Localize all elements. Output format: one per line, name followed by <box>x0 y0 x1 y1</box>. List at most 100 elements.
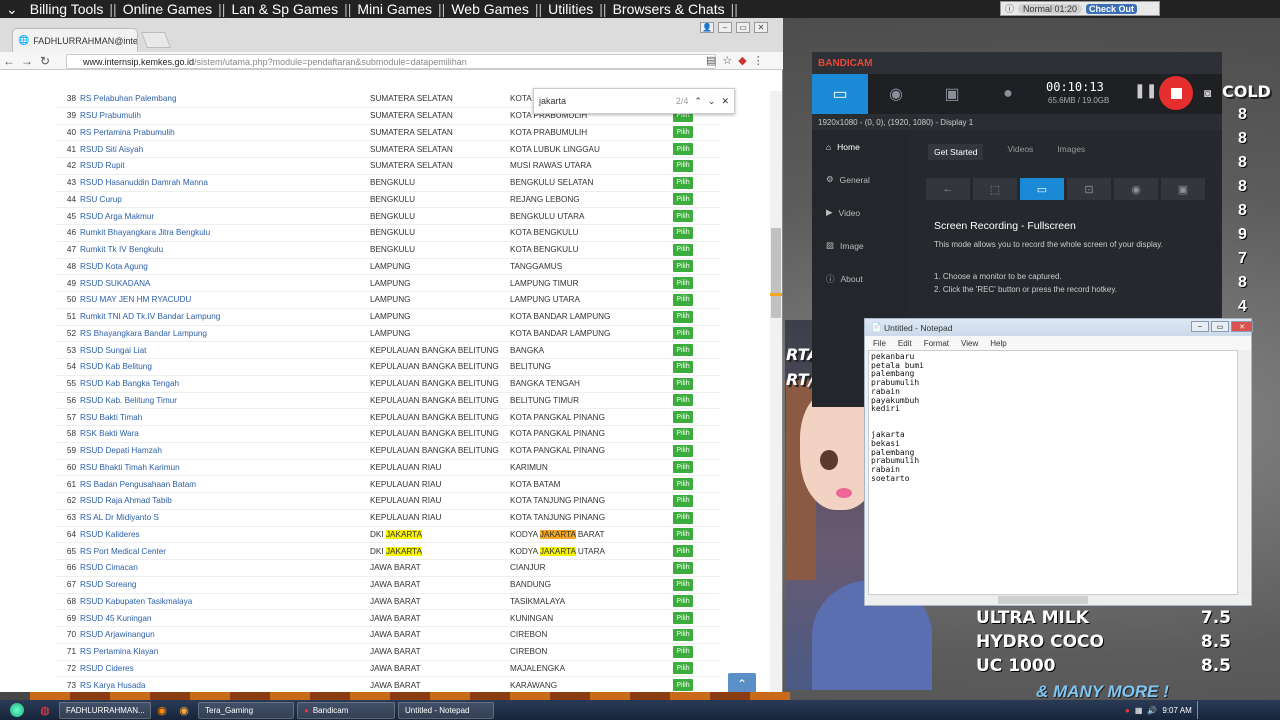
clock[interactable]: 9:07 AM <box>1162 706 1191 715</box>
bookmark-star-icon[interactable]: ☆ <box>722 54 732 67</box>
pilih-button[interactable]: Pilih <box>673 176 693 189</box>
pilih-button[interactable]: Pilih <box>673 662 693 675</box>
hospital-name-link[interactable]: RSUD Raja Ahmad Tabib <box>80 496 370 505</box>
pilih-button[interactable]: Pilih <box>673 226 693 239</box>
pilih-button[interactable]: Pilih <box>673 360 693 373</box>
pilih-button[interactable]: Pilih <box>673 243 693 256</box>
pilih-button[interactable]: Pilih <box>673 478 693 491</box>
hospital-name-link[interactable]: Rumkit Bhayangkara Jitra Bengkulu <box>80 228 370 237</box>
hospital-name-link[interactable]: RSUD Kabupaten Tasikmalaya <box>80 597 370 606</box>
tab-videos[interactable]: Videos <box>1007 144 1033 160</box>
horizontal-scrollbar[interactable] <box>868 595 1238 605</box>
hospital-name-link[interactable]: RSUD Arga Makmur <box>80 212 370 221</box>
menu-web-games[interactable]: Web Games <box>445 1 535 17</box>
menu-view[interactable]: View <box>961 339 978 348</box>
pilih-button[interactable]: Pilih <box>673 394 693 407</box>
menu-lan-sp-games[interactable]: Lan & Sp Games <box>225 1 344 17</box>
close-icon[interactable]: ✕ <box>1231 321 1253 332</box>
reload-icon[interactable]: ↻ <box>36 54 54 68</box>
check-out-button[interactable]: Check Out <box>1086 3 1138 14</box>
game-mode-icon[interactable]: ◉ <box>868 74 924 114</box>
back-icon[interactable]: ← <box>0 54 18 68</box>
hospital-name-link[interactable]: RSUD Kab Belitung <box>80 362 370 371</box>
tab-get-started[interactable]: Get Started <box>928 144 984 160</box>
pilih-button[interactable]: Pilih <box>673 327 693 340</box>
record-tray-icon[interactable]: ● <box>1125 706 1130 715</box>
pilih-button[interactable]: Pilih <box>673 310 693 323</box>
hospital-name-link[interactable]: RS Karya Husada <box>80 681 370 690</box>
menu-utilities[interactable]: Utilities <box>542 1 599 17</box>
chrome-taskbar-icon[interactable]: ◍ <box>34 701 56 719</box>
pilih-button[interactable]: Pilih <box>673 193 693 206</box>
hospital-name-link[interactable]: RSUD Kab. Belitung Timur <box>80 396 370 405</box>
webcam-icon[interactable]: ● <box>980 74 1036 114</box>
menu-mini-games[interactable]: Mini Games <box>351 1 438 17</box>
user-icon[interactable]: 👤 <box>700 22 714 33</box>
pilih-button[interactable]: Pilih <box>673 344 693 357</box>
hospital-name-link[interactable]: RS Badan Pengusahaan Batam <box>80 480 370 489</box>
sidebar-item-video[interactable]: ▶ Video <box>812 196 910 229</box>
back-arrow-icon[interactable]: ← <box>926 178 970 200</box>
sidebar-item-about[interactable]: ⓘ About <box>812 262 910 295</box>
scrollbar-thumb[interactable] <box>771 228 781 318</box>
pilih-button[interactable]: Pilih <box>673 628 693 641</box>
volume-icon[interactable]: 🔊 <box>1147 706 1157 715</box>
pilih-button[interactable]: Pilih <box>673 444 693 457</box>
hospital-name-link[interactable]: RS Pertamina Prabumulih <box>80 128 370 137</box>
device-mode-icon[interactable]: ▣ <box>924 74 980 114</box>
menu-chevron-icon[interactable]: ⌄ <box>0 1 24 18</box>
pilih-button[interactable]: Pilih <box>673 511 693 524</box>
hospital-name-link[interactable]: RSUD Cideres <box>80 664 370 673</box>
shield-icon[interactable]: ◆ <box>738 54 746 67</box>
hospital-name-link[interactable]: RSUD Cimacan <box>80 563 370 572</box>
hospital-name-link[interactable]: RSUD Kab Bangka Tengah <box>80 379 370 388</box>
pilih-button[interactable]: Pilih <box>673 545 693 558</box>
pilih-button[interactable]: Pilih <box>673 461 693 474</box>
hospital-name-link[interactable]: RS Pelabuhan Palembang <box>80 94 370 103</box>
maximize-icon[interactable]: ▭ <box>736 22 750 33</box>
menu-browsers-chats[interactable]: Browsers & Chats <box>607 1 731 17</box>
pilih-button[interactable]: Pilih <box>673 126 693 139</box>
pilih-button[interactable]: Pilih <box>673 679 693 692</box>
menu-billing-tools[interactable]: Billing Tools <box>24 1 110 17</box>
menu-edit[interactable]: Edit <box>898 339 912 348</box>
hospital-name-link[interactable]: RSUD Hasanuddin Damrah Manna <box>80 178 370 187</box>
hospital-name-link[interactable]: RS Bhayangkara Bandar Lampung <box>80 329 370 338</box>
hospital-name-link[interactable]: Rumkit Tk IV Bengkulu <box>80 245 370 254</box>
hospital-name-link[interactable]: RS Port Medical Center <box>80 547 370 556</box>
hospital-name-link[interactable]: RSUD 45 Kuningan <box>80 614 370 623</box>
fullscreen-mode-icon[interactable]: ▭ <box>1020 178 1064 200</box>
hospital-name-link[interactable]: Rumkit TNI AD Tk.IV Bandar Lampung <box>80 312 370 321</box>
start-button[interactable] <box>0 700 34 720</box>
pause-icon[interactable]: ❚❚ <box>1134 82 1157 99</box>
vertical-scrollbar[interactable] <box>1238 350 1249 595</box>
taskbar-item-tera-gaming[interactable]: Tera_Gaming <box>198 701 294 719</box>
game-mode-icon[interactable]: ◉ <box>1114 178 1158 200</box>
hospital-name-link[interactable]: RSUD Sungai Liat <box>80 346 370 355</box>
menu-online-games[interactable]: Online Games <box>117 1 218 17</box>
find-next-icon[interactable]: ⌄ <box>708 96 716 107</box>
hospital-name-link[interactable]: RSUD Kalideres <box>80 530 370 539</box>
pilih-button[interactable]: Pilih <box>673 293 693 306</box>
menu-help[interactable]: Help <box>990 339 1006 348</box>
pilih-button[interactable]: Pilih <box>673 159 693 172</box>
hospital-name-link[interactable]: RSUD Soreang <box>80 580 370 589</box>
taskbar-item-browser[interactable]: FADHLURRAHMAN... <box>59 701 151 719</box>
page-info-icon[interactable]: ▤ <box>706 54 716 67</box>
network-icon[interactable]: ▦ <box>1135 706 1143 715</box>
hospital-name-link[interactable]: RSUD Kota Agung <box>80 262 370 271</box>
find-close-icon[interactable]: ✕ <box>721 96 729 107</box>
pilih-button[interactable]: Pilih <box>673 143 693 156</box>
hospital-name-link[interactable]: RSUD SUKADANA <box>80 279 370 288</box>
pilih-button[interactable]: Pilih <box>673 494 693 507</box>
screen-mode-icon[interactable]: ▭ <box>812 74 868 114</box>
pilih-button[interactable]: Pilih <box>673 427 693 440</box>
hospital-name-link[interactable]: RSUD Siti Aisyah <box>80 145 370 154</box>
pilih-button[interactable]: Pilih <box>673 411 693 424</box>
minimize-icon[interactable]: – <box>1191 321 1209 332</box>
pilih-button[interactable]: Pilih <box>673 578 693 591</box>
find-prev-icon[interactable]: ⌃ <box>694 96 702 107</box>
taskbar-item-notepad[interactable]: Untitled - Notepad <box>398 701 494 719</box>
around-mouse-icon[interactable]: ⊡ <box>1067 178 1111 200</box>
scrollbar-thumb[interactable] <box>998 596 1088 604</box>
